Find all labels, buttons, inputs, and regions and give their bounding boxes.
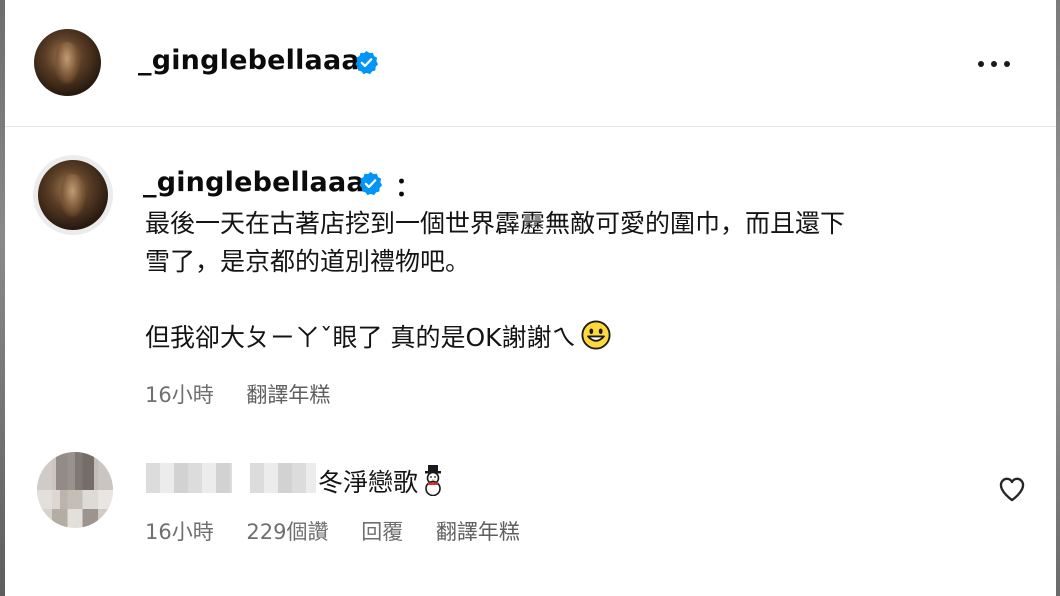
caption-author-username[interactable]: _ginglebellaaa: [143, 167, 365, 198]
author-avatar[interactable]: [34, 29, 101, 96]
caption-line-3-text: 但我卻大ㄆㄧㄚˇ眼了 真的是OK謝謝ㄟ: [145, 323, 577, 352]
comment-meta: 16小時 229個讚 回覆 翻譯年糕: [145, 516, 546, 546]
comment-timestamp[interactable]: 16小時: [145, 520, 214, 544]
commenter-avatar-blurred[interactable]: [37, 452, 113, 528]
caption-line-3: 但我卻大ㄆㄧㄚˇ眼了 真的是OK謝謝ㄟ: [145, 319, 1005, 357]
comment-likes-count[interactable]: 229個讚: [246, 520, 328, 544]
caption-text: 最後一天在古著店挖到一個世界霹靂無敵可愛的圍巾，而且還下 雪了，是京都的道別禮物…: [145, 205, 1005, 357]
more-options-icon[interactable]: [978, 58, 1014, 70]
post-comment-panel: _ginglebellaaa _ginglebellaaa ： 最後一天在古著店…: [0, 0, 1060, 596]
caption-translate-link[interactable]: 翻譯年糕: [246, 383, 330, 407]
caption-line-2: 雪了，是京都的道別禮物吧。: [145, 247, 471, 276]
caption-line-1: 最後一天在古著店挖到一個世界霹靂無敵可愛的圍巾，而且還下: [145, 209, 846, 238]
snowman-emoji: [425, 465, 442, 496]
background-edge-right: [1056, 0, 1060, 596]
commenter-mention-blurred: [250, 463, 316, 493]
comment-text: 冬淨戀歌: [318, 463, 446, 499]
comment-reply-button[interactable]: 回覆: [361, 520, 403, 544]
comment-translate-link[interactable]: 翻譯年糕: [436, 520, 520, 544]
caption-meta: 16小時 翻譯年糕: [145, 379, 356, 409]
author-username[interactable]: _ginglebellaaa: [138, 45, 360, 76]
comment-text-content: 冬淨戀歌: [318, 468, 419, 497]
caption-timestamp[interactable]: 16小時: [145, 383, 214, 407]
heart-outline-icon[interactable]: [998, 476, 1026, 502]
verified-badge-icon: [355, 50, 379, 75]
caption-author-avatar[interactable]: [38, 160, 108, 230]
commenter-username-blurred[interactable]: [146, 463, 232, 493]
verified-badge-icon: [359, 171, 383, 196]
caption-colon: ：: [395, 173, 422, 203]
grinning-face-emoji: [581, 320, 611, 350]
